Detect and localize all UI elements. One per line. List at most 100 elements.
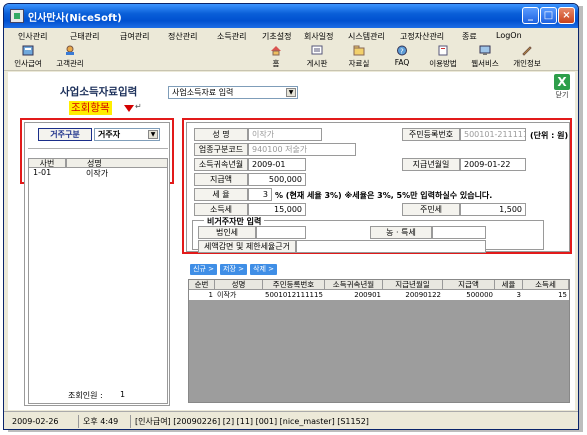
close-page-button[interactable]: X 닫기 bbox=[552, 74, 572, 102]
delete-button[interactable]: 삭제 > bbox=[250, 264, 277, 275]
toolbar-board-button[interactable]: 게시판 bbox=[302, 45, 332, 69]
list-item[interactable]: 1-01 이작가 bbox=[29, 168, 167, 178]
industry-code-field[interactable]: 940100 저술가 bbox=[248, 143, 356, 156]
corp-tax-label: 법인세 bbox=[198, 226, 256, 239]
toolbar-payroll-label: 인사급여 bbox=[14, 59, 42, 68]
status-time: 오후 4:49 bbox=[78, 415, 118, 428]
toolbar-faq-button[interactable]: ? FAQ bbox=[390, 45, 414, 67]
close-button[interactable]: × bbox=[558, 7, 575, 24]
web-icon bbox=[479, 45, 491, 55]
main-content: 사업소득자료입력 사업소득자료 입력 ▼ 조회항목 ↵ X 닫기 거주구분 거주… bbox=[8, 72, 575, 410]
amount-field[interactable]: 500,000 bbox=[248, 173, 306, 186]
count-label: 조회인원 : bbox=[68, 391, 103, 400]
personal-icon bbox=[522, 46, 532, 56]
cell-pay-date: 20090122 bbox=[405, 291, 441, 299]
tax-rate-field[interactable]: 3 bbox=[248, 188, 272, 201]
toolbar-guide-button[interactable]: 이용방법 bbox=[426, 45, 460, 69]
status-date: 2009-02-26 bbox=[12, 417, 59, 426]
industry-code-label: 업종구분코드 bbox=[194, 143, 248, 156]
special-tax-field[interactable] bbox=[432, 226, 486, 239]
toolbar-home-label: 홈 bbox=[272, 59, 280, 68]
app-window: 인사만사(NiceSoft) _ □ × 인사관리 근태관리 급여관리 정산관리… bbox=[3, 3, 579, 430]
table-header-tax[interactable]: 소득세 bbox=[523, 280, 569, 290]
list-item-id: 1-01 bbox=[33, 168, 52, 177]
pay-date-field[interactable]: 2009-01-22 bbox=[460, 158, 526, 171]
toolbar-personal-label: 개인정보 bbox=[513, 59, 541, 68]
page-title: 사업소득자료입력 bbox=[60, 86, 138, 98]
toolbar-customer-label: 고객관리 bbox=[56, 59, 84, 68]
toolbar-customer-button[interactable]: 고객관리 bbox=[52, 45, 88, 69]
chevron-down-icon[interactable]: ▼ bbox=[286, 88, 296, 97]
faq-icon: ? bbox=[397, 45, 407, 56]
employee-list-header-name[interactable]: 성명 bbox=[66, 158, 168, 168]
rrn-field[interactable]: 500101-2111115 bbox=[460, 128, 526, 141]
toolbar: 인사급여 고객관리 홈 게시판 자료실 ? FAQ 이용방법 웹서비스 개인정보 bbox=[4, 43, 578, 71]
income-month-field[interactable]: 2009-01 bbox=[248, 158, 306, 171]
table-header-name[interactable]: 성명 bbox=[215, 280, 263, 290]
cell-no: 1 bbox=[208, 291, 213, 299]
menu-item-attendance[interactable]: 근태관리 bbox=[70, 31, 99, 42]
excel-close-icon: X bbox=[554, 74, 570, 90]
divider bbox=[28, 148, 168, 149]
menu-item-logon[interactable]: LogOn bbox=[496, 31, 522, 40]
menu-item-fixed-assets[interactable]: 고정자산관리 bbox=[400, 31, 444, 42]
annotation-arrow-icon bbox=[124, 105, 134, 112]
save-button[interactable]: 저장 > bbox=[220, 264, 247, 275]
menu-item-schedule[interactable]: 회사일정 bbox=[304, 31, 333, 42]
employee-list-header-id[interactable]: 사번 bbox=[28, 158, 66, 168]
income-table: 순번 성명 주민등록번호 소득귀속년월 지급년월일 지급액 세율 소득세 1 이… bbox=[188, 279, 570, 403]
table-header-rrn[interactable]: 주민등록번호 bbox=[263, 280, 325, 290]
resident-tax-field[interactable]: 1,500 bbox=[460, 203, 526, 216]
tax-rate-label: 세 율 bbox=[194, 188, 248, 201]
reduction-basis-field[interactable] bbox=[296, 240, 486, 253]
income-tax-label: 소득세 bbox=[194, 203, 248, 216]
annotation-label: 조회항목 bbox=[69, 101, 112, 115]
guide-icon bbox=[438, 45, 448, 56]
cell-rate: 3 bbox=[516, 291, 521, 299]
table-header-pay-date[interactable]: 지급년월일 bbox=[383, 280, 443, 290]
menu-item-system[interactable]: 시스템관리 bbox=[348, 31, 385, 42]
table-header-income-month[interactable]: 소득귀속년월 bbox=[325, 280, 383, 290]
minimize-button[interactable]: _ bbox=[522, 7, 539, 24]
toolbar-personal-button[interactable]: 개인정보 bbox=[510, 45, 544, 69]
residence-filter-select[interactable]: 거주자 ▼ bbox=[94, 128, 160, 141]
name-label: 성 명 bbox=[194, 128, 248, 141]
table-row[interactable]: 1 이작가 5001012111115 200901 20090122 5000… bbox=[189, 290, 569, 300]
menu-item-payroll[interactable]: 급여관리 bbox=[120, 31, 149, 42]
amount-label: 지급액 bbox=[194, 173, 248, 186]
table-header-no[interactable]: 순번 bbox=[189, 280, 215, 290]
corp-tax-field[interactable] bbox=[256, 226, 306, 239]
title-bar[interactable]: 인사만사(NiceSoft) _ □ × bbox=[4, 4, 578, 28]
toolbar-home-button[interactable]: 홈 bbox=[266, 45, 286, 69]
maximize-button[interactable]: □ bbox=[540, 7, 557, 24]
cell-name: 이작가 bbox=[217, 291, 237, 299]
table-header-rate[interactable]: 세율 bbox=[495, 280, 523, 290]
menu-item-income[interactable]: 소득관리 bbox=[217, 31, 246, 42]
toolbar-board-label: 게시판 bbox=[306, 59, 328, 68]
toolbar-archive-label: 자료실 bbox=[348, 59, 370, 68]
mode-select[interactable]: 사업소득자료 입력 ▼ bbox=[168, 86, 298, 99]
tax-rate-note: % (현재 세율 3%) ※세율은 3%, 5%만 입력하실수 있습니다. bbox=[275, 191, 493, 200]
window-title: 인사만사(NiceSoft) bbox=[28, 13, 122, 24]
toolbar-web-button[interactable]: 웹서비스 bbox=[468, 45, 502, 69]
mode-select-value: 사업소득자료 입력 bbox=[172, 88, 234, 97]
close-page-label: 닫기 bbox=[555, 91, 569, 99]
status-info: [인사급여] [20090226] [2] [11] [001] [nice_m… bbox=[130, 415, 369, 428]
menu-item-basic-settings[interactable]: 기초설정 bbox=[262, 31, 291, 42]
menu-item-settlement[interactable]: 정산관리 bbox=[168, 31, 197, 42]
count-value: 1 bbox=[120, 390, 126, 399]
new-button[interactable]: 신규 > bbox=[190, 264, 217, 275]
income-tax-field[interactable]: 15,000 bbox=[248, 203, 306, 216]
name-field[interactable]: 이작가 bbox=[248, 128, 322, 141]
toolbar-payroll-button[interactable]: 인사급여 bbox=[10, 45, 46, 69]
svg-text:?: ? bbox=[400, 48, 404, 56]
cell-amount: 500000 bbox=[466, 291, 493, 299]
menu-item-exit[interactable]: 종료 bbox=[462, 31, 477, 42]
toolbar-archive-button[interactable]: 자료실 bbox=[344, 45, 374, 69]
reduction-basis-label: 세액감면 및 제한세율근거 bbox=[198, 240, 296, 253]
menu-item-hr[interactable]: 인사관리 bbox=[18, 31, 47, 42]
cell-income-month: 200901 bbox=[354, 291, 381, 299]
return-mark-icon: ↵ bbox=[135, 102, 142, 111]
chevron-down-icon[interactable]: ▼ bbox=[148, 130, 158, 139]
table-header-amount[interactable]: 지급액 bbox=[443, 280, 495, 290]
